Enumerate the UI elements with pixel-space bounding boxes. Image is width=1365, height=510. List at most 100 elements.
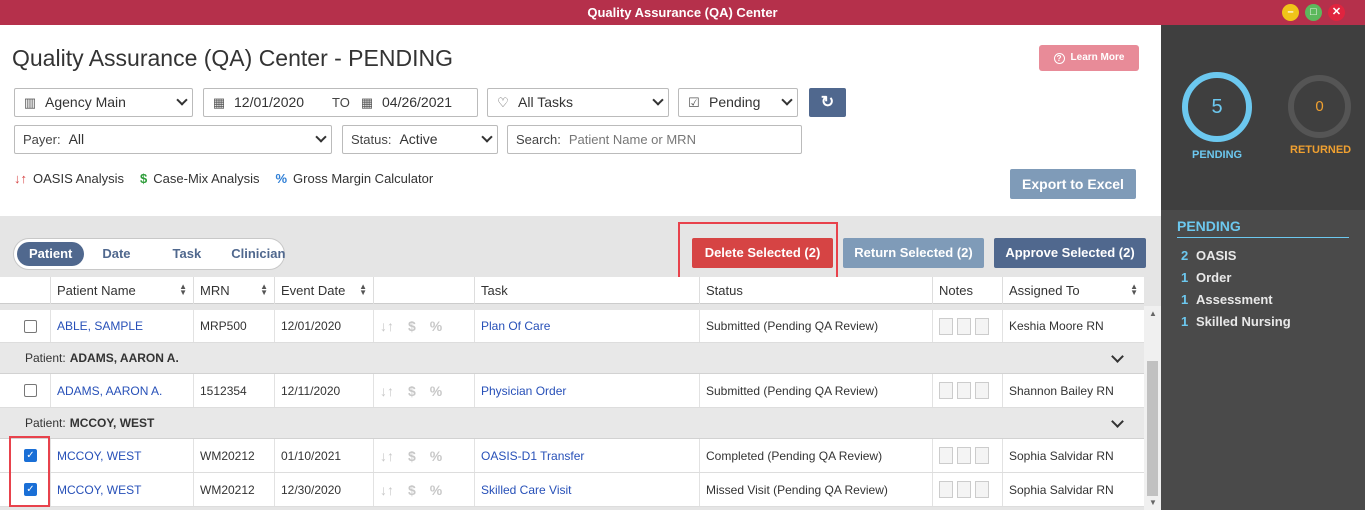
- chevron-down-icon[interactable]: [1111, 415, 1124, 428]
- task-link[interactable]: Skilled Care Visit: [474, 473, 699, 506]
- note-icon[interactable]: [957, 382, 971, 399]
- search-field[interactable]: Search: Patient Name or MRN: [507, 125, 802, 154]
- table-row[interactable]: ✓ MCCOY, WEST WM20212 12/30/2020 ↓↑ $% Sk…: [0, 473, 1144, 507]
- percent-icon[interactable]: %: [430, 318, 442, 334]
- dollar-icon[interactable]: $: [408, 383, 416, 399]
- task-link[interactable]: Plan Of Care: [474, 310, 699, 342]
- qa-center-window: Quality Assurance (QA) Center – □ ✕ Qual…: [0, 0, 1365, 510]
- date-to[interactable]: 04/26/2021: [382, 89, 452, 116]
- pending-item-label: Skilled Nursing: [1196, 314, 1291, 329]
- oasis-analysis-link[interactable]: ↓↑ OASIS Analysis: [14, 171, 124, 186]
- percent-icon[interactable]: %: [430, 383, 442, 399]
- pending-item-skilled-nursing[interactable]: 1 Skilled Nursing: [1181, 311, 1291, 333]
- column-assigned-to[interactable]: Assigned To ▲ ▼: [1002, 277, 1144, 304]
- note-icon[interactable]: [939, 447, 953, 464]
- question-icon: ?: [1053, 53, 1065, 64]
- pending-count-ring[interactable]: 5: [1182, 72, 1252, 142]
- status-select[interactable]: Status: Active: [342, 125, 498, 154]
- tab-clinician[interactable]: Clinician: [219, 242, 297, 266]
- tasks-select[interactable]: ♡ All Tasks: [487, 88, 669, 117]
- note-icon[interactable]: [939, 481, 953, 498]
- group-label: Patient:: [25, 351, 66, 365]
- chevron-down-icon: [315, 131, 327, 143]
- table-scrollbar[interactable]: ▲ ▼: [1144, 306, 1161, 510]
- task-link[interactable]: Physician Order: [474, 374, 699, 407]
- tab-task[interactable]: Task: [161, 242, 214, 266]
- arrows-icon[interactable]: ↓↑: [380, 318, 394, 334]
- patient-group-header[interactable]: Patient: MCCOY, WEST: [0, 408, 1144, 439]
- note-icon[interactable]: [957, 317, 971, 335]
- pending-item-count: 1: [1181, 292, 1189, 307]
- arrows-icon[interactable]: ↓↑: [380, 482, 394, 498]
- payer-select[interactable]: Payer: All: [14, 125, 332, 154]
- dollar-icon[interactable]: $: [408, 318, 416, 334]
- percent-icon[interactable]: %: [430, 482, 442, 498]
- learn-more-button[interactable]: ? Learn More: [1039, 45, 1139, 71]
- row-checkbox[interactable]: [24, 384, 37, 397]
- date-from[interactable]: 12/01/2020: [234, 94, 304, 110]
- refresh-button[interactable]: ↻: [809, 88, 846, 117]
- patient-name-link[interactable]: MCCOY, WEST: [50, 473, 193, 506]
- chevron-down-icon: [176, 94, 188, 106]
- table-row[interactable]: ✓ MCCOY, WEST WM20212 01/10/2021 ↓↑ $% OA…: [0, 439, 1144, 473]
- dollar-icon[interactable]: $: [408, 482, 416, 498]
- note-icon[interactable]: [975, 382, 989, 399]
- export-excel-button[interactable]: Export to Excel: [1010, 169, 1136, 199]
- tab-date[interactable]: Date: [90, 242, 142, 266]
- column-patient-name[interactable]: Patient Name ▲ ▼: [50, 277, 193, 304]
- gross-margin-link[interactable]: % Gross Margin Calculator: [275, 171, 433, 186]
- scroll-up-icon[interactable]: ▲: [1149, 309, 1157, 318]
- note-icon[interactable]: [957, 447, 971, 464]
- pending-item-assessment[interactable]: 1 Assessment: [1181, 289, 1291, 311]
- minimize-button[interactable]: –: [1282, 4, 1299, 21]
- returned-count-ring[interactable]: 0: [1288, 75, 1351, 138]
- agency-select[interactable]: ▥ Agency Main: [14, 88, 193, 117]
- summary-counters: 5 PENDING 0 RETURNED: [1161, 25, 1365, 210]
- return-selected-button[interactable]: Return Selected (2): [843, 238, 984, 268]
- close-button[interactable]: ✕: [1328, 4, 1345, 21]
- search-label: Search:: [516, 132, 561, 147]
- row-tools: ↓↑ $%: [373, 439, 474, 472]
- table-row[interactable]: ADAMS, AARON A. 1512354 12/11/2020 ↓↑ $% …: [0, 374, 1144, 408]
- column-status[interactable]: Status: [699, 277, 932, 304]
- column-event-date[interactable]: Event Date ▲ ▼: [274, 277, 373, 304]
- date-to-label: TO: [332, 95, 350, 110]
- tab-patient[interactable]: Patient: [17, 242, 85, 266]
- maximize-button[interactable]: □: [1305, 4, 1322, 21]
- note-icon[interactable]: [975, 317, 989, 335]
- note-icon[interactable]: [939, 382, 953, 399]
- arrows-icon[interactable]: ↓↑: [380, 383, 394, 399]
- event-date-cell: 12/11/2020: [274, 374, 373, 407]
- note-icon[interactable]: [939, 317, 953, 335]
- patient-name-link[interactable]: ADAMS, AARON A.: [50, 374, 193, 407]
- row-checkbox[interactable]: [24, 320, 37, 333]
- status-cell: Missed Visit (Pending QA Review): [699, 473, 932, 506]
- summary-panel: 5 PENDING 0 RETURNED PENDING 2 OASIS 1 Ord…: [1161, 25, 1365, 510]
- casemix-analysis-link[interactable]: $ Case-Mix Analysis: [140, 171, 259, 186]
- date-range[interactable]: ▦ 12/01/2020 TO ▦ 04/26/2021: [203, 88, 478, 117]
- approve-selected-button[interactable]: Approve Selected (2): [994, 238, 1146, 268]
- pending-breakdown: 2 OASIS 1 Order 1 Assessment 1 Skilled Nursi…: [1181, 245, 1291, 333]
- mrn-cell: WM20212: [193, 473, 274, 506]
- patient-group-header[interactable]: Patient: ADAMS, AARON A.: [0, 343, 1144, 374]
- search-input[interactable]: Patient Name or MRN: [569, 132, 696, 147]
- status-filter-select[interactable]: ☑ Pending: [678, 88, 798, 117]
- percent-icon[interactable]: %: [430, 448, 442, 464]
- column-mrn[interactable]: MRN ▲ ▼: [193, 277, 274, 304]
- note-icon[interactable]: [957, 481, 971, 498]
- note-icon[interactable]: [975, 447, 989, 464]
- note-icon[interactable]: [975, 481, 989, 498]
- task-link[interactable]: OASIS-D1 Transfer: [474, 439, 699, 472]
- table-row[interactable]: ABLE, SAMPLE MRP500 12/01/2020 ↓↑ $% Plan…: [0, 310, 1144, 343]
- pending-item-oasis[interactable]: 2 OASIS: [1181, 245, 1291, 267]
- column-task[interactable]: Task: [474, 277, 699, 304]
- patient-name-link[interactable]: ABLE, SAMPLE: [50, 310, 193, 342]
- pending-item-order[interactable]: 1 Order: [1181, 267, 1291, 289]
- arrows-icon[interactable]: ↓↑: [380, 448, 394, 464]
- chevron-down-icon[interactable]: [1111, 350, 1124, 363]
- patient-name-link[interactable]: MCCOY, WEST: [50, 439, 193, 472]
- scroll-down-icon[interactable]: ▼: [1149, 498, 1157, 507]
- dollar-icon[interactable]: $: [408, 448, 416, 464]
- column-notes: Notes: [932, 277, 1002, 304]
- scroll-thumb[interactable]: [1147, 361, 1158, 496]
